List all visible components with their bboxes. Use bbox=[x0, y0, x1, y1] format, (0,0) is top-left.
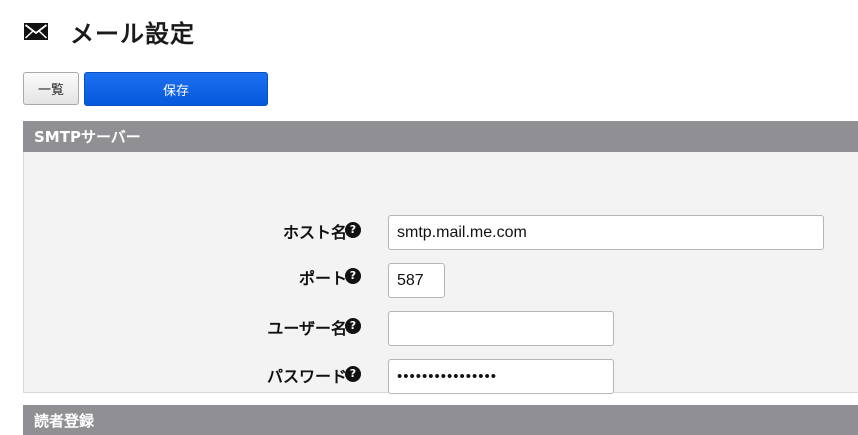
host-name-field[interactable]: smtp.mail.me.com bbox=[388, 215, 824, 250]
section-header-reader: 読者登録 bbox=[23, 405, 858, 435]
list-button[interactable]: 一覧 bbox=[23, 72, 79, 105]
question-circle-icon[interactable]: ? bbox=[345, 366, 361, 382]
port-label: ポート bbox=[298, 269, 347, 288]
page-title: メール設定 bbox=[70, 20, 195, 48]
smtp-server-section: SMTPサーバー ホスト名 ? smtp.mail.me.com ポート ? 5… bbox=[23, 121, 858, 394]
password-label: パスワード bbox=[266, 367, 347, 386]
smtp-form: ホスト名 ? smtp.mail.me.com ポート ? 587 ユーザー名 … bbox=[23, 152, 858, 394]
section-header-smtp: SMTPサーバー bbox=[23, 121, 858, 152]
page-header: メール設定 bbox=[24, 14, 195, 49]
mail-icon bbox=[24, 23, 48, 40]
password-field[interactable]: •••••••••••••••• bbox=[388, 359, 614, 394]
question-circle-icon[interactable]: ? bbox=[345, 318, 361, 334]
username-label: ユーザー名 bbox=[267, 319, 347, 338]
mail-settings-page: メール設定 一覧 保存 SMTPサーバー ホスト名 ? smtp.mail.me… bbox=[0, 0, 858, 435]
reader-registration-section: 読者登録 bbox=[23, 405, 858, 435]
question-circle-icon[interactable]: ? bbox=[345, 222, 361, 238]
port-field[interactable]: 587 bbox=[388, 263, 445, 298]
toolbar: 一覧 保存 bbox=[23, 72, 268, 106]
save-button[interactable]: 保存 bbox=[84, 72, 268, 106]
host-name-label: ホスト名 bbox=[282, 223, 347, 242]
question-circle-icon[interactable]: ? bbox=[345, 268, 361, 284]
username-field[interactable] bbox=[388, 311, 614, 346]
